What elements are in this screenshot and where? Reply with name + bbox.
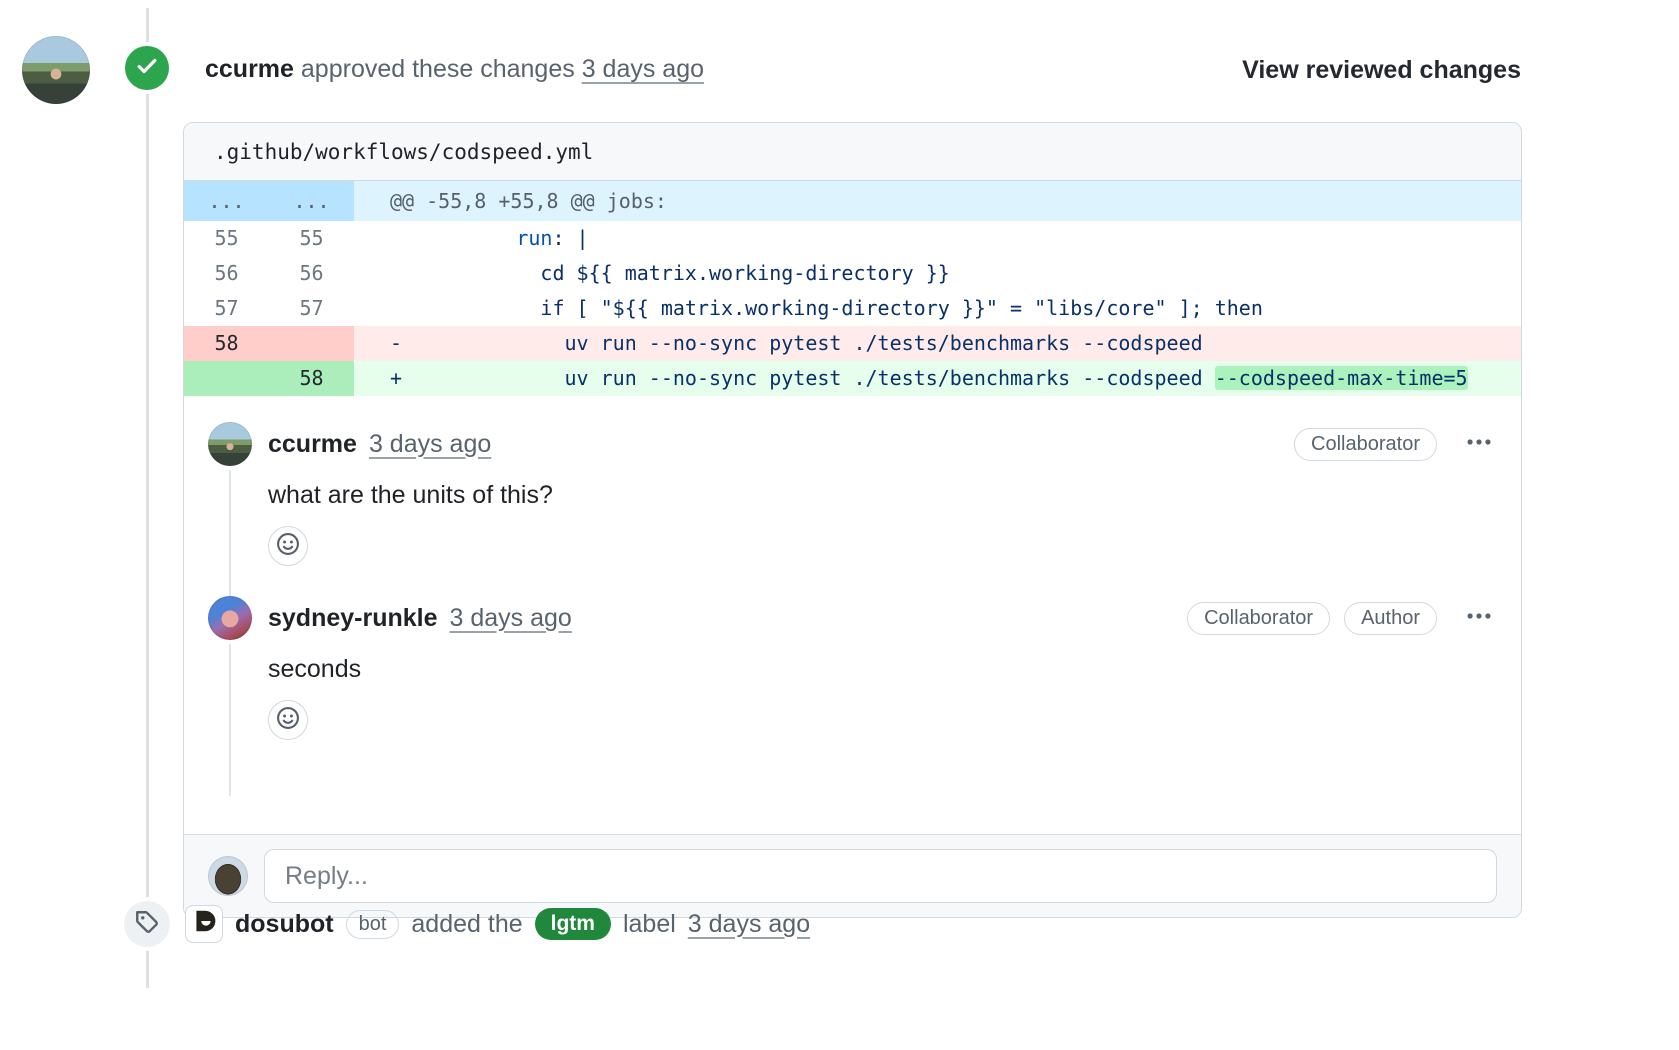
new-line-number: 56 — [269, 256, 354, 291]
hunk-old-marker: ... — [184, 181, 269, 221]
add-reaction-button[interactable] — [268, 700, 308, 740]
dosu-logo-icon — [191, 908, 217, 941]
reply-input[interactable] — [264, 849, 1497, 903]
comment-timestamp-link[interactable]: 3 days ago — [450, 604, 572, 633]
code-line: - uv run --no-sync pytest ./tests/benchm… — [354, 326, 1521, 361]
label-event-action-post: label — [623, 910, 676, 939]
timeline-line — [146, 8, 149, 988]
check-icon — [134, 53, 160, 84]
smiley-icon — [276, 706, 300, 735]
diff-file-path-link[interactable]: .github/workflows/codspeed.yml — [214, 140, 593, 164]
label-event-badge — [124, 901, 170, 947]
code-line: if [ "${{ matrix.working-directory }}" =… — [354, 291, 1521, 326]
diff-line-context: 57 57 if [ "${{ matrix.working-directory… — [184, 291, 1521, 326]
comment-timestamp-link[interactable]: 3 days ago — [369, 430, 491, 459]
comment-header: ccurme 3 days ago Collaborator — [268, 422, 1497, 466]
comment-header: sydney-runkle 3 days ago Collaborator Au… — [268, 596, 1497, 640]
kebab-icon — [1466, 603, 1492, 634]
add-reaction-button[interactable] — [268, 526, 308, 566]
kebab-icon — [1466, 429, 1492, 460]
comment-author-link[interactable]: sydney-runkle — [268, 604, 438, 633]
code-line: cd ${{ matrix.working-directory }} — [354, 256, 1521, 291]
diff-table: ... ... @@ -55,8 +55,8 @@ jobs: 55 55 ru… — [184, 181, 1521, 396]
diff-line-deleted: 58 - uv run --no-sync pytest ./tests/ben… — [184, 326, 1521, 361]
pr-review-timeline: ccurme approved these changes 3 days ago… — [0, 0, 1679, 1050]
avatar-ccurme-large[interactable] — [22, 36, 90, 104]
comment-author-link[interactable]: ccurme — [268, 430, 357, 459]
avatar-dosubot[interactable] — [185, 905, 223, 943]
new-line-number — [269, 326, 354, 361]
new-line-number: 58 — [269, 361, 354, 396]
label-event-action-pre: added the — [411, 910, 522, 939]
avatar-sydney-runkle[interactable] — [208, 596, 252, 640]
hunk-new-marker: ... — [269, 181, 354, 221]
review-timestamp-link[interactable]: 3 days ago — [582, 55, 704, 83]
code-line: run: | — [354, 221, 1521, 256]
avatar-current-user — [208, 856, 248, 896]
old-line-number: 55 — [184, 221, 269, 256]
diff-line-added: 58 + uv run --no-sync pytest ./tests/ben… — [184, 361, 1521, 396]
old-line-number: 57 — [184, 291, 269, 326]
old-line-number: 58 — [184, 326, 269, 361]
comment-menu-button[interactable] — [1461, 429, 1497, 459]
diff-line-context: 56 56 cd ${{ matrix.working-directory }} — [184, 256, 1521, 291]
review-approved-badge — [125, 46, 169, 90]
code-line: + uv run --no-sync pytest ./tests/benchm… — [354, 361, 1521, 396]
smiley-icon — [276, 532, 300, 561]
comment-menu-button[interactable] — [1461, 603, 1497, 633]
label-event-timestamp-link[interactable]: 3 days ago — [688, 910, 810, 939]
review-author-link[interactable]: ccurme — [205, 55, 294, 83]
hunk-header-text: @@ -55,8 +55,8 @@ jobs: — [354, 181, 1521, 221]
avatar-ccurme[interactable] — [208, 422, 252, 466]
comment-body: seconds — [268, 654, 1497, 684]
comment-ccurme: ccurme 3 days ago Collaborator what are … — [208, 422, 1497, 566]
author-badge: Author — [1344, 602, 1437, 635]
bot-badge: bot — [346, 910, 400, 939]
collaborator-badge: Collaborator — [1187, 602, 1330, 635]
label-event-author-link[interactable]: dosubot — [235, 910, 334, 939]
label-event-row: dosubot bot added the lgtm label 3 days … — [185, 903, 810, 945]
old-line-number — [184, 361, 269, 396]
review-action-text: approved these changes — [301, 55, 575, 83]
diff-hunk-row: ... ... @@ -55,8 +55,8 @@ jobs: — [184, 181, 1521, 221]
review-event-text: ccurme approved these changes 3 days ago — [205, 55, 704, 84]
diff-line-context: 55 55 run: | — [184, 221, 1521, 256]
comment-body: what are the units of this? — [268, 480, 1497, 510]
diff-file-header: .github/workflows/codspeed.yml — [184, 123, 1521, 181]
collaborator-badge: Collaborator — [1294, 428, 1437, 461]
tag-icon — [134, 909, 160, 940]
comment-sydney-runkle: sydney-runkle 3 days ago Collaborator Au… — [208, 596, 1497, 740]
review-thread-card: .github/workflows/codspeed.yml ... ... @… — [183, 122, 1522, 918]
lgtm-label[interactable]: lgtm — [535, 908, 611, 940]
comment-thread: ccurme 3 days ago Collaborator what are … — [184, 396, 1521, 834]
added-word-highlight: --codspeed-max-time=5 — [1215, 366, 1468, 390]
new-line-number: 55 — [269, 221, 354, 256]
old-line-number: 56 — [184, 256, 269, 291]
view-reviewed-changes-link[interactable]: View reviewed changes — [1242, 56, 1521, 85]
new-line-number: 57 — [269, 291, 354, 326]
